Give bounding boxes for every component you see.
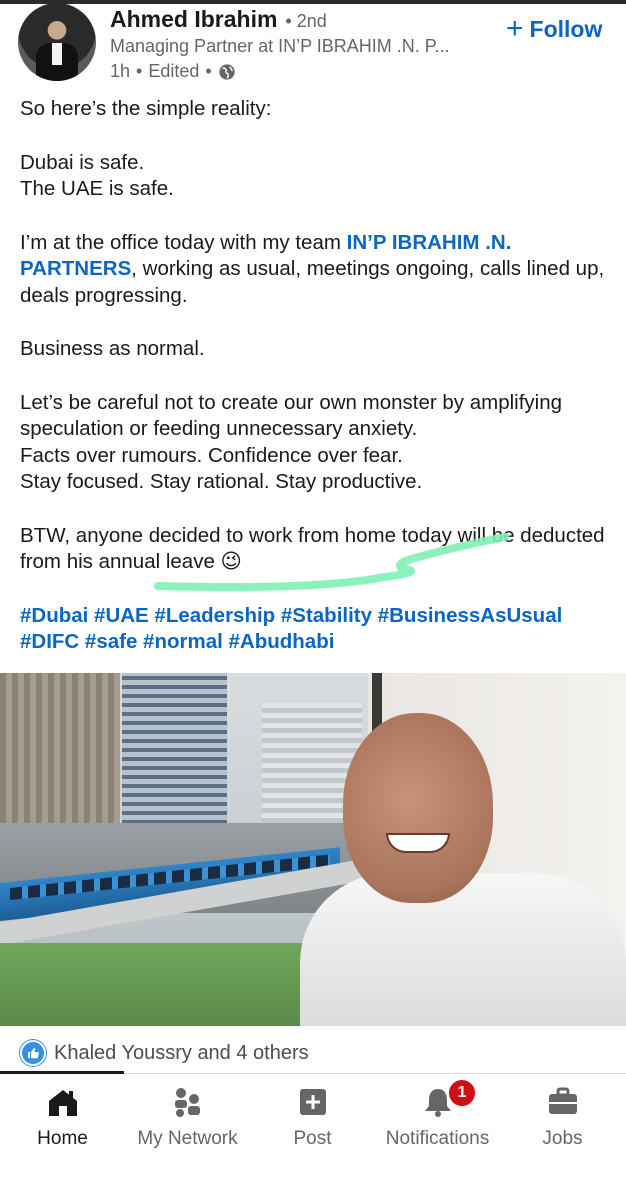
post-line: Dubai is safe. <box>20 150 145 174</box>
post-line: So here’s the simple reality: <box>20 97 272 120</box>
image-person-smile <box>386 833 450 853</box>
post-line: Business as normal. <box>20 337 205 360</box>
active-tab-indicator <box>0 1071 124 1074</box>
reactions-summary[interactable]: Khaled Youssry and 4 others <box>20 1040 309 1066</box>
top-border <box>0 0 626 4</box>
network-icon <box>174 1088 200 1117</box>
briefcase-icon <box>548 1087 577 1114</box>
post-body: So here’s the simple reality: Dubai is s… <box>20 96 610 656</box>
tab-notifications[interactable]: 1 Notifications <box>375 1078 500 1158</box>
follow-label: Follow <box>529 15 603 42</box>
post-time: 1h <box>110 61 131 81</box>
plus-icon: + <box>506 12 524 45</box>
hashtags-link[interactable]: #Dubai #UAE #Leadership #Stability #Busi… <box>20 603 610 656</box>
reactions-text: Khaled Youssry and 4 others <box>54 1041 309 1064</box>
tab-jobs[interactable]: Jobs <box>500 1078 625 1158</box>
post-text-segment: I’m at the office today with my team <box>20 230 347 254</box>
image-person-shirt <box>300 873 626 1026</box>
meta-separator: • <box>205 61 212 81</box>
connection-degree-value: 2nd <box>296 11 327 31</box>
tab-post-label: Post <box>293 1128 332 1149</box>
meta-separator: • <box>136 61 143 81</box>
post-line: Let’s be careful not to create our own m… <box>20 390 563 441</box>
notification-count-badge: 1 <box>447 1078 477 1108</box>
tab-home[interactable]: Home <box>0 1078 125 1158</box>
post-line: Stay focused. Stay rational. Stay produc… <box>20 470 423 493</box>
connection-degree: • 2nd <box>285 11 327 31</box>
globe-icon <box>219 63 235 80</box>
tab-jobs-label: Jobs <box>542 1128 583 1149</box>
tab-notifications-label: Notifications <box>385 1128 490 1149</box>
bottom-tab-bar: Home My Network Post 1 Notifications Job… <box>0 1078 626 1200</box>
like-icon <box>20 1040 46 1066</box>
post-meta: 1h • Edited • <box>110 61 236 82</box>
author-avatar[interactable] <box>18 3 96 81</box>
post-line: Facts over rumours. Confidence over fear… <box>20 443 403 467</box>
post-edited: Edited <box>148 61 200 81</box>
author-headline: Managing Partner at IN’P IBRAHIM .N. P..… <box>110 36 450 56</box>
author-name-row: Ahmed Ibrahim • 2nd <box>110 6 327 33</box>
post-paragraph: I’m at the office today with my team IN’… <box>20 230 610 310</box>
image-building <box>122 673 227 833</box>
author-name[interactable]: Ahmed Ibrahim <box>110 6 277 33</box>
post-image[interactable] <box>0 673 626 1026</box>
image-person-head <box>343 713 493 903</box>
post-icon <box>299 1089 326 1115</box>
tab-post[interactable]: Post <box>250 1078 375 1158</box>
post-paragraph-btw: BTW, anyone decided to work from home to… <box>20 523 605 574</box>
tab-home-label: Home <box>37 1128 88 1149</box>
follow-button[interactable]: + Follow <box>506 14 602 44</box>
avatar-shirt <box>52 43 62 65</box>
home-icon <box>48 1090 77 1116</box>
tab-my-network-label: My Network <box>137 1128 238 1149</box>
tab-my-network[interactable]: My Network <box>125 1078 250 1158</box>
post-line: The UAE is safe. <box>20 177 174 200</box>
